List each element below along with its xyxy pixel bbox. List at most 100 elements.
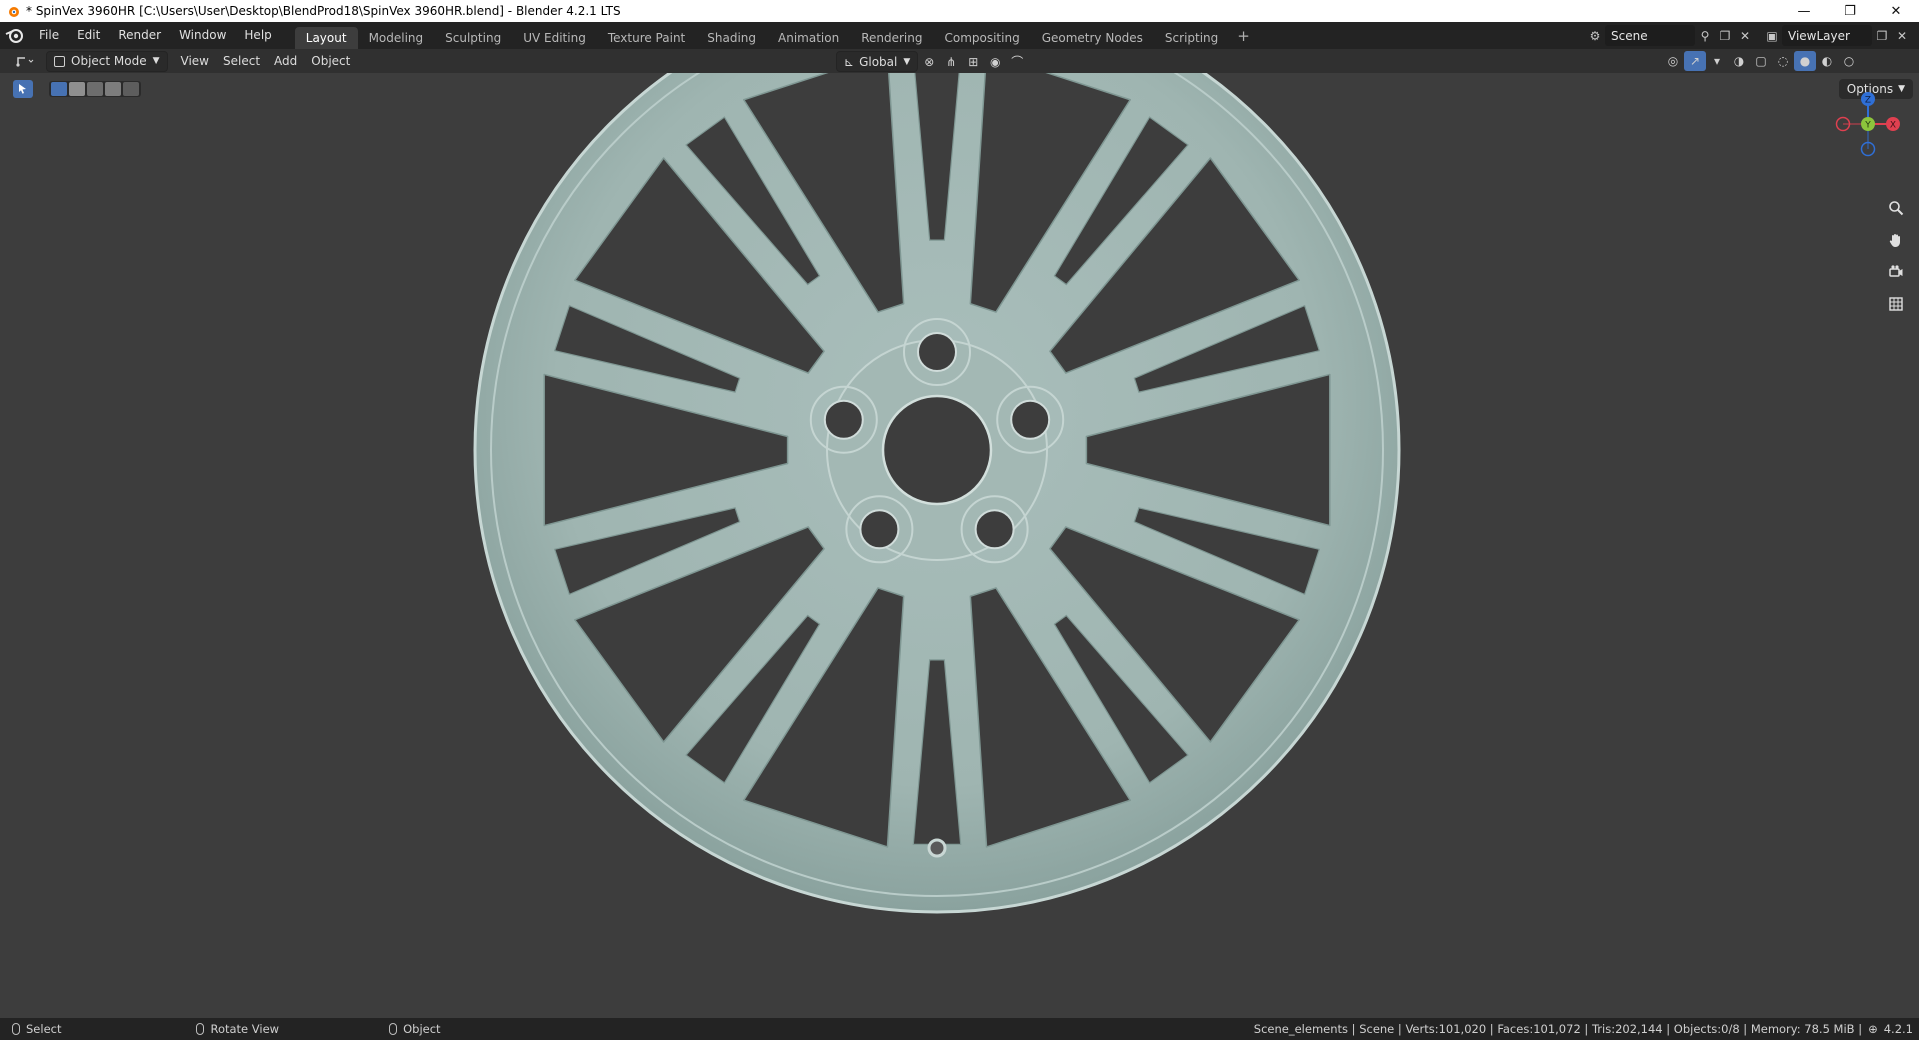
delete-view-layer-icon[interactable]: ✕ [1892, 26, 1912, 46]
version-text: 4.2.1 [1883, 1022, 1913, 1036]
status-object-label: Object [403, 1022, 441, 1036]
lug-hole [974, 509, 1015, 550]
pivot-point-icon[interactable]: ⊗ [918, 52, 940, 72]
new-view-layer-icon[interactable]: ❐ [1872, 26, 1892, 46]
restore-button[interactable]: ❐ [1827, 0, 1873, 22]
tab-compositing[interactable]: Compositing [933, 27, 1030, 49]
scene-name-field[interactable]: Scene [1605, 25, 1695, 46]
status-select-label: Select [26, 1022, 62, 1036]
add-workspace-button[interactable]: + [1229, 27, 1258, 45]
chevron-down-icon: ▼ [903, 56, 911, 67]
view-layer-selector: ▣ ViewLayer ❐ ✕ [1762, 25, 1912, 46]
network-icon: ⊕ [1868, 1022, 1878, 1036]
select-invert-icon[interactable] [105, 82, 121, 96]
grid-icon[interactable] [1883, 291, 1909, 317]
snap-target-icon[interactable]: ⊞ [962, 52, 984, 72]
status-rotate-hint: Rotate View [196, 1022, 279, 1036]
tab-modeling[interactable]: Modeling [358, 27, 435, 49]
menu-add[interactable]: Add [267, 52, 304, 71]
lug-hole [917, 332, 957, 372]
select-intersect-icon[interactable] [123, 82, 139, 96]
orientation-label: Global [859, 54, 898, 69]
view-layer-icon[interactable]: ▣ [1762, 26, 1782, 46]
material-shading-icon[interactable]: ◐ [1816, 51, 1838, 71]
minimize-button[interactable]: — [1781, 0, 1827, 22]
wireframe-shading-icon[interactable]: ◌ [1772, 51, 1794, 71]
status-object-hint: Object [389, 1022, 441, 1036]
lug-hole [1010, 399, 1051, 440]
blender-menu-icon[interactable] [0, 22, 30, 49]
solid-shading-icon[interactable]: ● [1794, 51, 1816, 71]
gizmo-z-label: Z [1865, 96, 1871, 106]
blender-logo-icon [9, 7, 19, 17]
navigation-tools [1883, 195, 1909, 317]
wheel-rim-mesh [473, 73, 1401, 914]
status-bar: Select Rotate View Object Scene_elements… [0, 1018, 1919, 1040]
top-bar: File Edit Render Window Help Layout Mode… [0, 22, 1919, 49]
tab-texture-paint[interactable]: Texture Paint [597, 27, 696, 49]
menu-view[interactable]: View [174, 52, 216, 71]
overlay-dropdown-icon[interactable]: ▾ [1706, 51, 1728, 71]
tab-geometry-nodes[interactable]: Geometry Nodes [1031, 27, 1154, 49]
tab-scripting[interactable]: Scripting [1154, 27, 1229, 49]
menu-window[interactable]: Window [170, 22, 235, 49]
select-extend-icon[interactable] [69, 82, 85, 96]
status-rotate-label: Rotate View [210, 1022, 280, 1036]
mouse-middle-icon [196, 1023, 205, 1035]
menu-render[interactable]: Render [109, 22, 170, 49]
hand-pan-icon[interactable] [1883, 227, 1909, 253]
selection-mode-group [49, 81, 141, 97]
window-title-bar: * SpinVex 3960HR [C:\Users\User\Desktop\… [0, 0, 1919, 22]
view-layer-name: ViewLayer [1788, 28, 1850, 43]
tab-sculpting[interactable]: Sculpting [434, 27, 512, 49]
mode-dropdown[interactable]: Object Mode ▼ [46, 50, 168, 72]
chevron-down-icon: ▼ [152, 56, 160, 66]
3d-viewport[interactable]: Options ▼ Z X Y [0, 73, 1919, 1018]
wheel-model[interactable] [0, 73, 1919, 1018]
camera-icon[interactable] [1883, 259, 1909, 285]
snap-icon[interactable]: ⋔ [940, 52, 962, 72]
pin-icon[interactable]: ⚲ [1695, 26, 1715, 46]
menu-select[interactable]: Select [216, 52, 267, 71]
select-tool-icon[interactable] [13, 80, 33, 98]
new-scene-icon[interactable]: ❐ [1715, 26, 1735, 46]
delete-scene-icon[interactable]: ✕ [1735, 26, 1755, 46]
view-layer-name-field[interactable]: ViewLayer [1782, 25, 1872, 46]
valve-hole [927, 838, 947, 858]
tab-uv-editing[interactable]: UV Editing [512, 27, 597, 49]
viewport-header: Object Mode ▼ View Select Add Object ⊾ G… [0, 49, 1919, 73]
close-window-button[interactable]: ✕ [1873, 0, 1919, 22]
menu-object[interactable]: Object [304, 52, 357, 71]
menu-help[interactable]: Help [235, 22, 280, 49]
menu-file[interactable]: File [30, 22, 68, 49]
falloff-icon[interactable]: ⌒ [1006, 52, 1028, 72]
mode-label: Object Mode [71, 54, 147, 68]
overlays-icon[interactable]: ◑ [1728, 51, 1750, 71]
zoom-icon[interactable] [1883, 195, 1909, 221]
select-new-icon[interactable] [51, 82, 67, 96]
navigation-gizmo[interactable]: Z X Y [1826, 87, 1906, 167]
status-select-hint: Select [12, 1022, 61, 1036]
proportional-edit-icon[interactable]: ◉ [984, 52, 1006, 72]
select-subtract-icon[interactable] [87, 82, 103, 96]
rendered-shading-icon[interactable]: ○ [1838, 51, 1860, 71]
tab-shading[interactable]: Shading [696, 27, 767, 49]
view3d-icon [16, 57, 34, 67]
scene-icon[interactable]: ⚙ [1585, 26, 1605, 46]
mouse-right-icon [389, 1023, 398, 1035]
transform-controls: ⊾ Global ▼ ⊗ ⋔ ⊞ ◉ ⌒ [836, 51, 1028, 72]
tab-layout[interactable]: Layout [294, 27, 358, 49]
center-bore [881, 394, 993, 506]
editor-type-dropdown[interactable] [8, 52, 42, 71]
visibility-icon[interactable]: ◎ [1662, 51, 1684, 71]
xray-icon[interactable]: ▢ [1750, 51, 1772, 71]
tab-animation[interactable]: Animation [767, 27, 850, 49]
tab-rendering[interactable]: Rendering [850, 27, 933, 49]
transform-orientation-dropdown[interactable]: ⊾ Global ▼ [836, 51, 919, 72]
tool-header [13, 80, 141, 98]
gizmo-toggle-icon[interactable]: ↗ [1684, 51, 1706, 71]
gizmo-x-label: X [1890, 121, 1896, 131]
menu-edit[interactable]: Edit [68, 22, 109, 49]
lug-hole [823, 399, 864, 440]
window-title: * SpinVex 3960HR [C:\Users\User\Desktop\… [26, 4, 621, 18]
